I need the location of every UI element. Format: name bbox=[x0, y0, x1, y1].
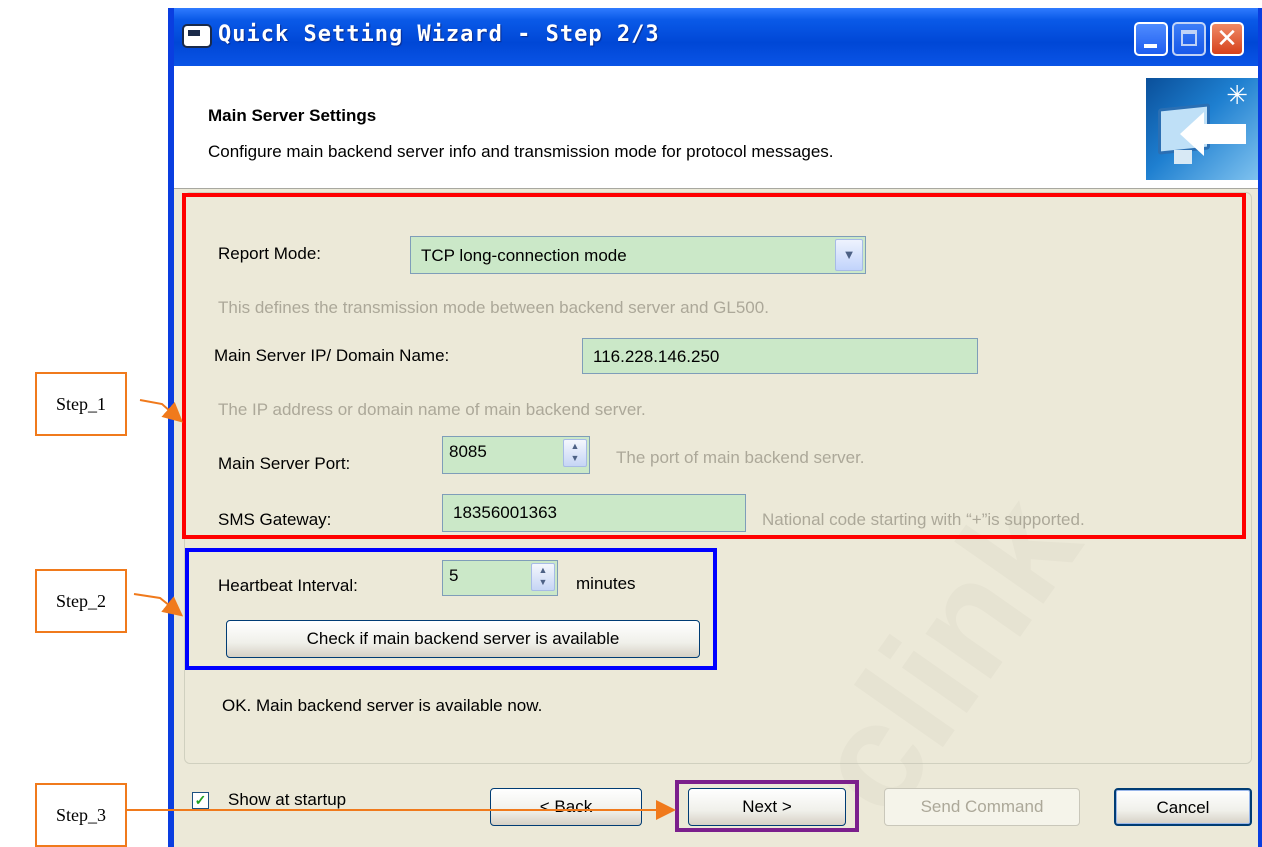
heartbeat-stepper[interactable]: 5 ▲ ▼ bbox=[442, 560, 558, 596]
server-port-label: Main Server Port: bbox=[218, 454, 351, 473]
heartbeat-label: Heartbeat Interval: bbox=[218, 576, 358, 595]
close-button[interactable]: ✕ bbox=[1210, 22, 1244, 56]
show-at-startup-label: Show at startup bbox=[228, 790, 347, 809]
wizard-header: Main Server Settings Configure main back… bbox=[174, 66, 1258, 189]
server-connection-icon: ✳ bbox=[1146, 78, 1258, 180]
maximize-button bbox=[1172, 22, 1206, 56]
server-ip-hint: The IP address or domain name of main ba… bbox=[218, 400, 646, 419]
heartbeat-unit: minutes bbox=[576, 574, 636, 593]
report-mode-hint: This defines the transmission mode betwe… bbox=[218, 298, 769, 317]
sparkle-icon: ✳ bbox=[1226, 80, 1248, 110]
server-port-value: 8085 bbox=[449, 442, 487, 461]
send-command-button: Send Command bbox=[884, 788, 1080, 826]
spin-arrows-icon[interactable]: ▲ ▼ bbox=[563, 439, 587, 467]
step3-callout: Step_3 bbox=[35, 783, 127, 847]
arrow-left-icon bbox=[1180, 112, 1246, 156]
sms-gateway-input[interactable]: 18356001363 bbox=[442, 494, 746, 532]
step2-callout: Step_2 bbox=[35, 569, 127, 633]
server-ip-input[interactable]: 116.228.146.250 bbox=[582, 338, 978, 374]
report-mode-select[interactable]: TCP long-connection mode ▼ bbox=[410, 236, 866, 274]
wizard-window: Quick Setting Wizard - Step 2/3 ✕ Main S… bbox=[168, 8, 1262, 847]
close-icon: ✕ bbox=[1216, 24, 1238, 54]
app-icon bbox=[182, 24, 212, 48]
window-title: Quick Setting Wizard - Step 2/3 bbox=[218, 22, 660, 47]
back-button[interactable]: < Back bbox=[490, 788, 642, 826]
step1-callout: Step_1 bbox=[35, 372, 127, 436]
page-description: Configure main backend server info and t… bbox=[208, 142, 834, 161]
next-button[interactable]: Next > bbox=[688, 788, 846, 826]
chevron-down-icon[interactable]: ▼ bbox=[835, 239, 863, 271]
server-port-stepper[interactable]: 8085 ▲ ▼ bbox=[442, 436, 590, 474]
heartbeat-value: 5 bbox=[449, 566, 459, 585]
report-mode-value: TCP long-connection mode bbox=[421, 246, 627, 265]
cancel-button[interactable]: Cancel bbox=[1114, 788, 1252, 826]
minimize-button[interactable] bbox=[1134, 22, 1168, 56]
status-message: OK. Main backend server is available now… bbox=[222, 696, 543, 715]
sms-gateway-label: SMS Gateway: bbox=[218, 510, 332, 529]
show-at-startup-checkbox[interactable]: ✓ bbox=[192, 792, 209, 809]
server-ip-label: Main Server IP/ Domain Name: bbox=[214, 346, 450, 365]
server-port-hint: The port of main backend server. bbox=[616, 448, 865, 467]
title-bar[interactable]: Quick Setting Wizard - Step 2/3 ✕ bbox=[174, 8, 1258, 66]
page-title: Main Server Settings bbox=[208, 106, 377, 125]
spin-arrows-icon[interactable]: ▲ ▼ bbox=[531, 563, 555, 591]
settings-group bbox=[184, 192, 1252, 764]
sms-gateway-hint: National code starting with “+”is suppor… bbox=[762, 510, 1085, 529]
report-mode-label: Report Mode: bbox=[218, 244, 321, 263]
check-server-button[interactable]: Check if main backend server is availabl… bbox=[226, 620, 700, 658]
